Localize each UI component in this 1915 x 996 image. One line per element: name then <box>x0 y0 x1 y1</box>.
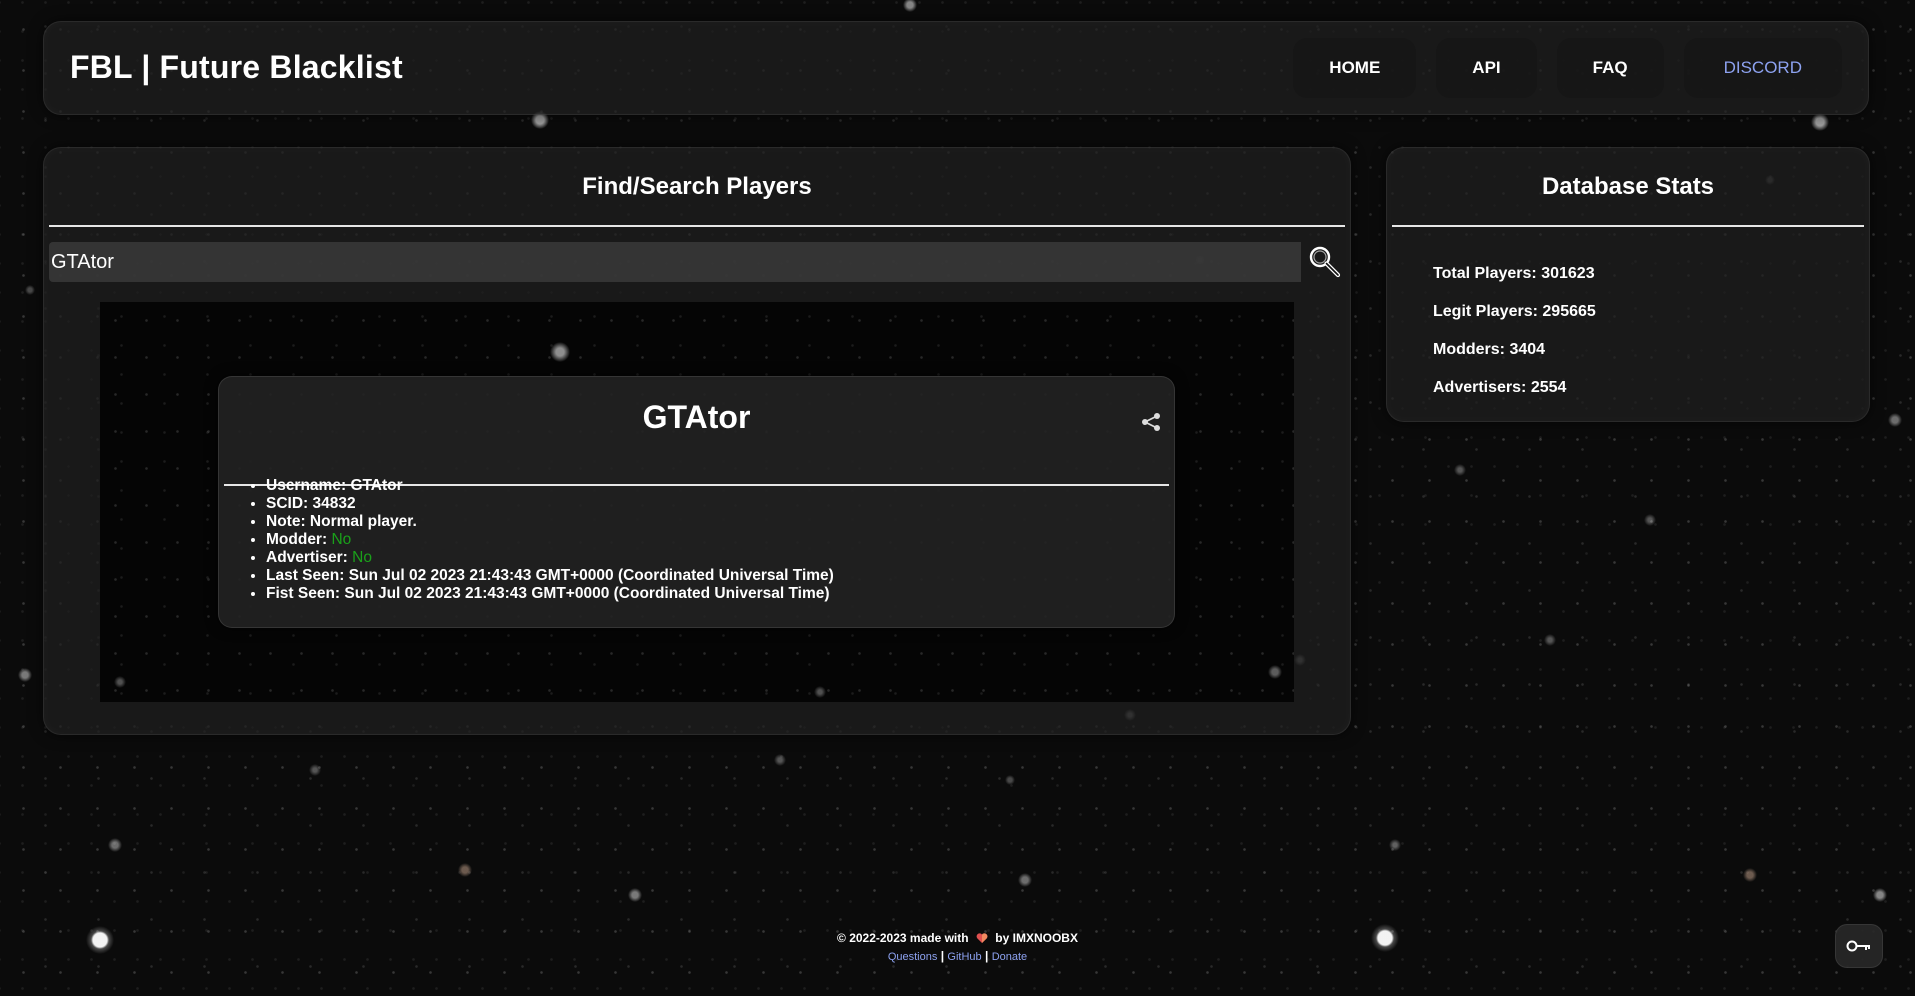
username-value: GTAtor <box>350 477 403 494</box>
advertiser-label: Advertiser: <box>266 549 348 566</box>
share-icon[interactable] <box>1140 411 1162 433</box>
stats-panel-divider <box>1392 225 1864 227</box>
nav-discord-link[interactable]: DISCORD <box>1683 38 1842 98</box>
stat-legit-label: Legit Players: <box>1433 303 1538 320</box>
advertiser-status: No <box>352 549 372 566</box>
author-text: by IMXNOOBX <box>995 931 1078 945</box>
modder-label: Modder: <box>266 531 328 548</box>
player-advertiser-item: Advertiser: No <box>266 549 834 567</box>
last-seen-value: Sun Jul 02 2023 21:43:43 GMT+0000 (Coord… <box>348 567 834 584</box>
player-name-heading: GTAtor <box>642 399 751 435</box>
last-seen-label: Last Seen: <box>266 567 345 584</box>
scid-label: SCID: <box>266 495 309 512</box>
first-seen-label: Fist Seen: <box>266 585 341 602</box>
magnifier-icon <box>1309 246 1341 278</box>
stats-panel: Database Stats Total Players: 301623 Leg… <box>1386 147 1870 422</box>
search-row <box>49 242 1345 282</box>
stat-modders-value: 3404 <box>1509 341 1546 358</box>
github-link[interactable]: GitHub <box>947 951 981 963</box>
nav-faq-link[interactable]: FAQ <box>1556 38 1664 98</box>
player-card: GTAtor Username: GTAtor SCID: 34832 Note… <box>218 376 1175 628</box>
note-value: Normal player. <box>309 513 417 530</box>
note-label: Note: <box>266 513 306 530</box>
footer-credit: © 2022-2023 made with by IMXNOOBX <box>0 929 1915 947</box>
stat-advertisers: Advertisers: 2554 <box>1433 379 1596 398</box>
player-scid-item: SCID: 34832 <box>266 495 834 513</box>
username-label: Username: <box>266 477 347 494</box>
donate-link[interactable]: Donate <box>992 951 1027 963</box>
stat-legit-value: 295665 <box>1542 303 1596 320</box>
stat-total-label: Total Players: <box>1433 265 1537 282</box>
search-panel-title: Find/Search Players <box>582 173 812 200</box>
main-nav: HOME API FAQ DISCORD <box>1293 38 1842 98</box>
stat-total-players: Total Players: 301623 <box>1433 265 1596 284</box>
player-note-item: Note: Normal player. <box>266 513 834 531</box>
header-bar: FBL | Future Blacklist HOME API FAQ DISC… <box>43 21 1869 115</box>
nav-api-link[interactable]: API <box>1436 38 1537 98</box>
copyright-text: © 2022-2023 made with <box>837 931 969 945</box>
player-modder-item: Modder: No <box>266 531 834 549</box>
search-button[interactable] <box>1305 242 1345 282</box>
stat-modders: Modders: 3404 <box>1433 341 1596 360</box>
search-panel: Find/Search Players GTAtor Us <box>43 147 1351 735</box>
brand-title[interactable]: FBL | Future Blacklist <box>70 49 403 86</box>
search-results-area: GTAtor Username: GTAtor SCID: 34832 Note… <box>100 302 1294 702</box>
footer-links: Questions | GitHub | Donate <box>0 947 1915 966</box>
player-last-seen-item: Last Seen: Sun Jul 02 2023 21:43:43 GMT+… <box>266 567 834 585</box>
stat-advertisers-label: Advertisers: <box>1433 379 1527 396</box>
stats-panel-title: Database Stats <box>1541 173 1715 200</box>
footer-separator: | <box>940 949 945 963</box>
player-username-item: Username: GTAtor <box>266 477 834 495</box>
heart-icon <box>976 933 988 943</box>
stat-total-value: 301623 <box>1541 265 1595 282</box>
questions-link[interactable]: Questions <box>888 951 938 963</box>
stat-legit-players: Legit Players: 295665 <box>1433 303 1596 322</box>
player-info-list: Username: GTAtor SCID: 34832 Note: Norma… <box>264 477 834 603</box>
scid-value: 34832 <box>312 495 356 512</box>
key-button[interactable] <box>1835 924 1883 968</box>
footer: © 2022-2023 made with by IMXNOOBX Questi… <box>0 929 1915 966</box>
player-first-seen-item: Fist Seen: Sun Jul 02 2023 21:43:43 GMT+… <box>266 585 834 603</box>
modder-status: No <box>331 531 352 548</box>
first-seen-value: Sun Jul 02 2023 21:43:43 GMT+0000 (Coord… <box>344 585 830 602</box>
footer-separator: | <box>984 949 989 963</box>
search-input[interactable] <box>49 242 1301 282</box>
search-panel-divider <box>49 225 1345 227</box>
key-icon <box>1846 940 1870 952</box>
nav-home-link[interactable]: HOME <box>1293 38 1417 98</box>
stats-list: Total Players: 301623 Legit Players: 295… <box>1433 265 1596 417</box>
stat-modders-label: Modders: <box>1433 341 1505 358</box>
stat-advertisers-value: 2554 <box>1530 379 1567 396</box>
